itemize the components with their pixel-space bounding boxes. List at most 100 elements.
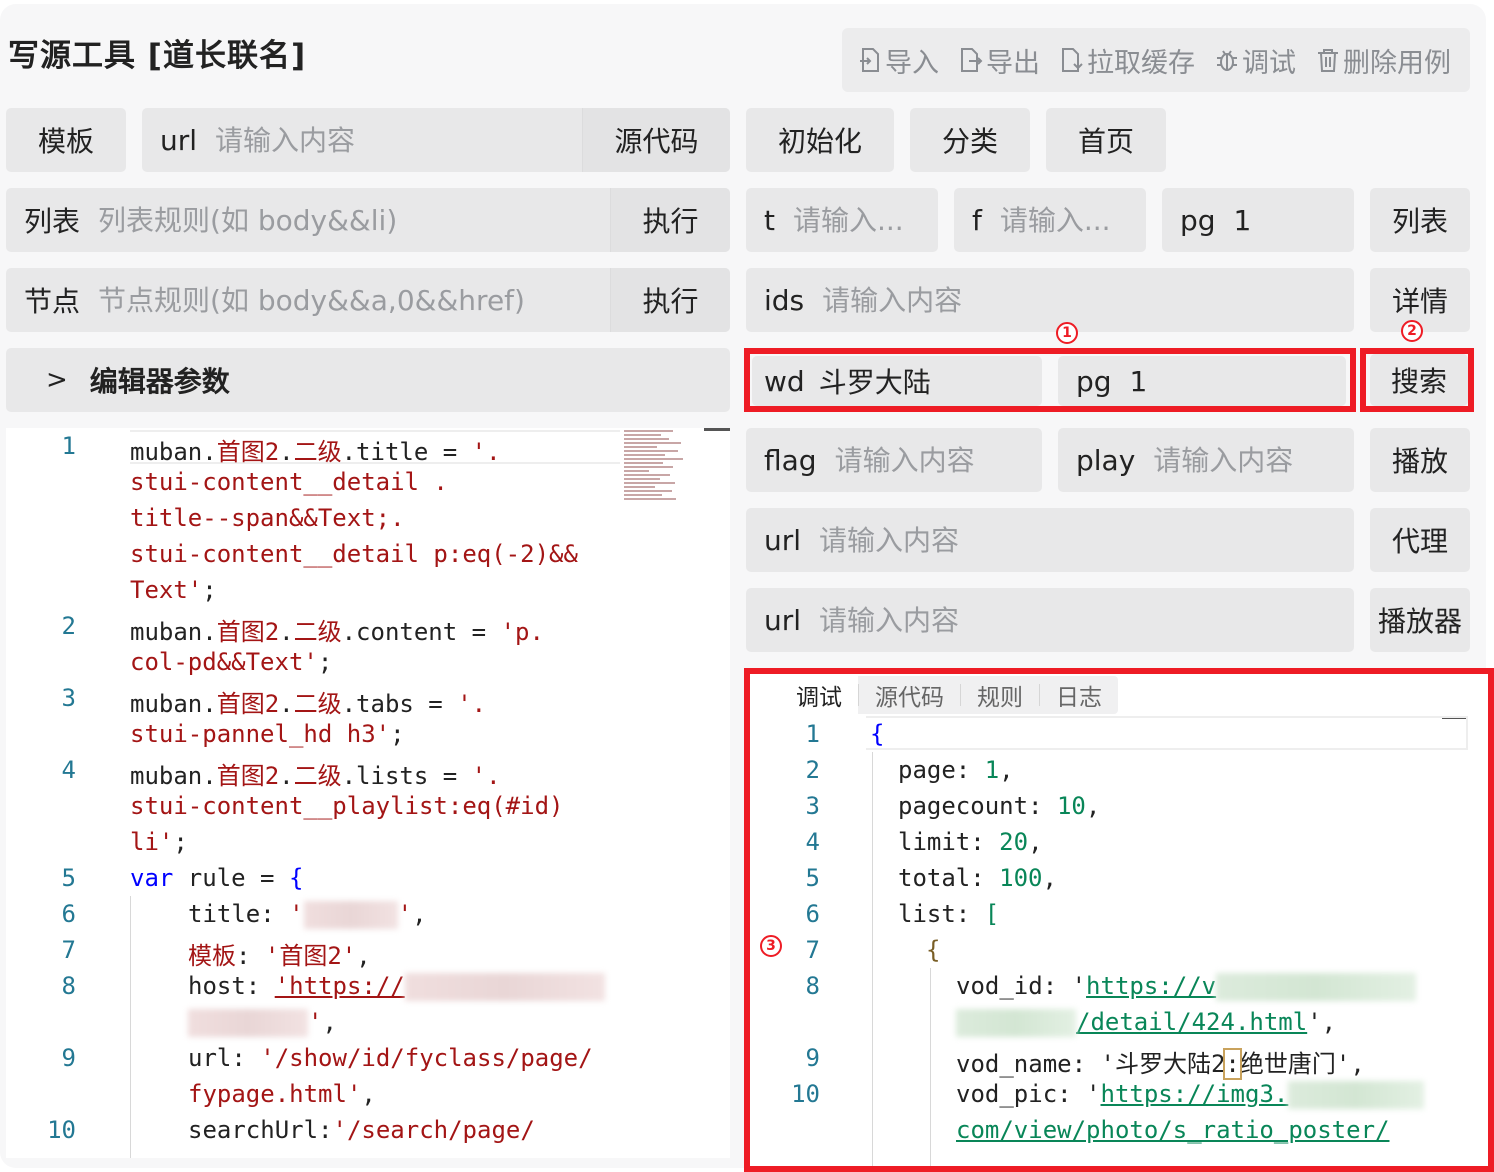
import-button[interactable]: 导入 [858,41,939,80]
chevron-right-icon: > [46,365,68,395]
highlight-result-panel [744,668,1494,1172]
play-input[interactable] [1153,443,1354,477]
line-number: 3 [61,684,76,712]
t-input[interactable] [792,203,938,237]
line-number: 4 [61,756,76,784]
ids-label: ids [764,283,805,317]
code-line: fypage.html', [188,1080,376,1108]
annotation-1: 1 [1056,322,1078,344]
list-rule-input[interactable] [98,203,610,237]
source-code-button[interactable]: 源代码 [582,108,730,172]
category-button[interactable]: 分类 [910,108,1030,172]
url-input[interactable] [215,123,582,157]
export-label: 导出 [986,47,1040,79]
code-line: 模板: '首图2', [188,942,371,970]
line-number: 8 [61,972,76,1000]
node-rule-field: 节点 执行 [6,268,730,332]
node-exec-button[interactable]: 执行 [610,268,730,332]
f-label: f [972,203,982,237]
annotation-3: 3 [760,935,782,957]
list-exec-button[interactable]: 执行 [610,188,730,252]
code-line: muban.首图2.二级.content = 'p. [130,618,544,646]
ids-field: ids [746,268,1354,332]
code-line: Text'; [130,576,217,604]
export-icon [961,48,983,72]
editor-params-label: 编辑器参数 [89,365,230,398]
fetch-cache-button[interactable]: 拉取缓存 [1060,41,1195,80]
line-number: 9 [61,1044,76,1072]
player-button[interactable]: 播放器 [1370,588,1470,652]
debug-label: 调试 [1242,47,1296,79]
list-rule-field: 列表 执行 [6,188,730,252]
pg-field: pg [1162,188,1354,252]
ids-input[interactable] [822,283,1354,317]
play-field: play [1058,428,1354,492]
debug-button[interactable]: 调试 [1215,41,1296,80]
node-rule-input[interactable] [98,283,610,317]
editor-params-toggle[interactable]: > 编辑器参数 [6,348,730,412]
t-field: t [746,188,938,252]
code-line: var rule = { [130,864,304,892]
line-number: 2 [61,612,76,640]
flag-input[interactable] [834,443,1042,477]
line-number: 10 [47,1116,76,1144]
init-button[interactable]: 初始化 [746,108,894,172]
export-button[interactable]: 导出 [959,41,1040,80]
code-line: col-pd&&Text'; [130,648,333,676]
code-line: searchUrl:'/search/page/ [188,1116,535,1144]
proxy-url-field: url [746,508,1354,572]
annotation-2: 2 [1401,320,1423,342]
flag-field: flag [746,428,1042,492]
code-line: host: 'https:// [188,972,605,1001]
editor-scrollbar[interactable] [704,428,730,431]
import-label: 导入 [885,47,939,79]
code-line: ', [188,1008,337,1037]
code-line: muban.首图2.二级.tabs = '. [130,690,487,718]
line-number: 1 [61,432,76,460]
list-rule-label: 列表 [24,205,81,238]
delete-case-button[interactable]: 删除用例 [1316,41,1451,80]
import-icon [860,48,879,72]
code-line: title--span&&Text;. [130,504,405,532]
top-toolbar: 导入 导出 拉取缓存 调试 删除用例 [842,28,1470,92]
pg-label: pg [1180,203,1216,237]
redacted-text [188,1009,308,1037]
highlight-search-button [1360,348,1474,412]
url-label: url [160,123,198,157]
redacted-text [404,973,605,1001]
bug-icon [1217,50,1237,71]
line-number: 5 [61,864,76,892]
player-url-field: url [746,588,1354,652]
proxy-url-input[interactable] [819,523,1354,557]
play-label: play [1076,443,1136,477]
code-line: li'; [130,828,188,856]
detail-button[interactable]: 详情 [1370,268,1470,332]
line-number: 6 [61,900,76,928]
code-line: muban.首图2.二级.lists = '. [130,762,501,790]
f-input[interactable] [999,203,1146,237]
delete-case-label: 删除用例 [1343,47,1451,79]
template-button[interactable]: 模板 [6,108,126,172]
code-line: title: ' ', [188,900,427,929]
indent-guide [130,896,131,1158]
fetch-cache-label: 拉取缓存 [1087,47,1195,79]
redacted-text [303,901,398,929]
highlight-search-inputs [744,348,1356,412]
code-line: stui-content__detail . [130,468,448,496]
fetch-cache-icon [1062,48,1083,72]
proxy-button[interactable]: 代理 [1370,508,1470,572]
code-line: stui-pannel_hd h3'; [130,720,405,748]
play-button[interactable]: 播放 [1370,428,1470,492]
code-editor[interactable]: 1 2 3 4 5 6 7 8 9 10 muban.首图2.二级.title … [6,428,730,1158]
editor-minimap[interactable] [624,428,706,538]
home-button[interactable]: 首页 [1046,108,1166,172]
player-url-input[interactable] [819,603,1354,637]
f-field: f [954,188,1146,252]
node-rule-label: 节点 [24,285,81,318]
t-label: t [764,203,775,237]
line-number: 7 [61,936,76,964]
list-button[interactable]: 列表 [1370,188,1470,252]
trash-icon [1318,49,1338,72]
flag-label: flag [764,443,817,477]
pg-input[interactable] [1233,203,1354,237]
